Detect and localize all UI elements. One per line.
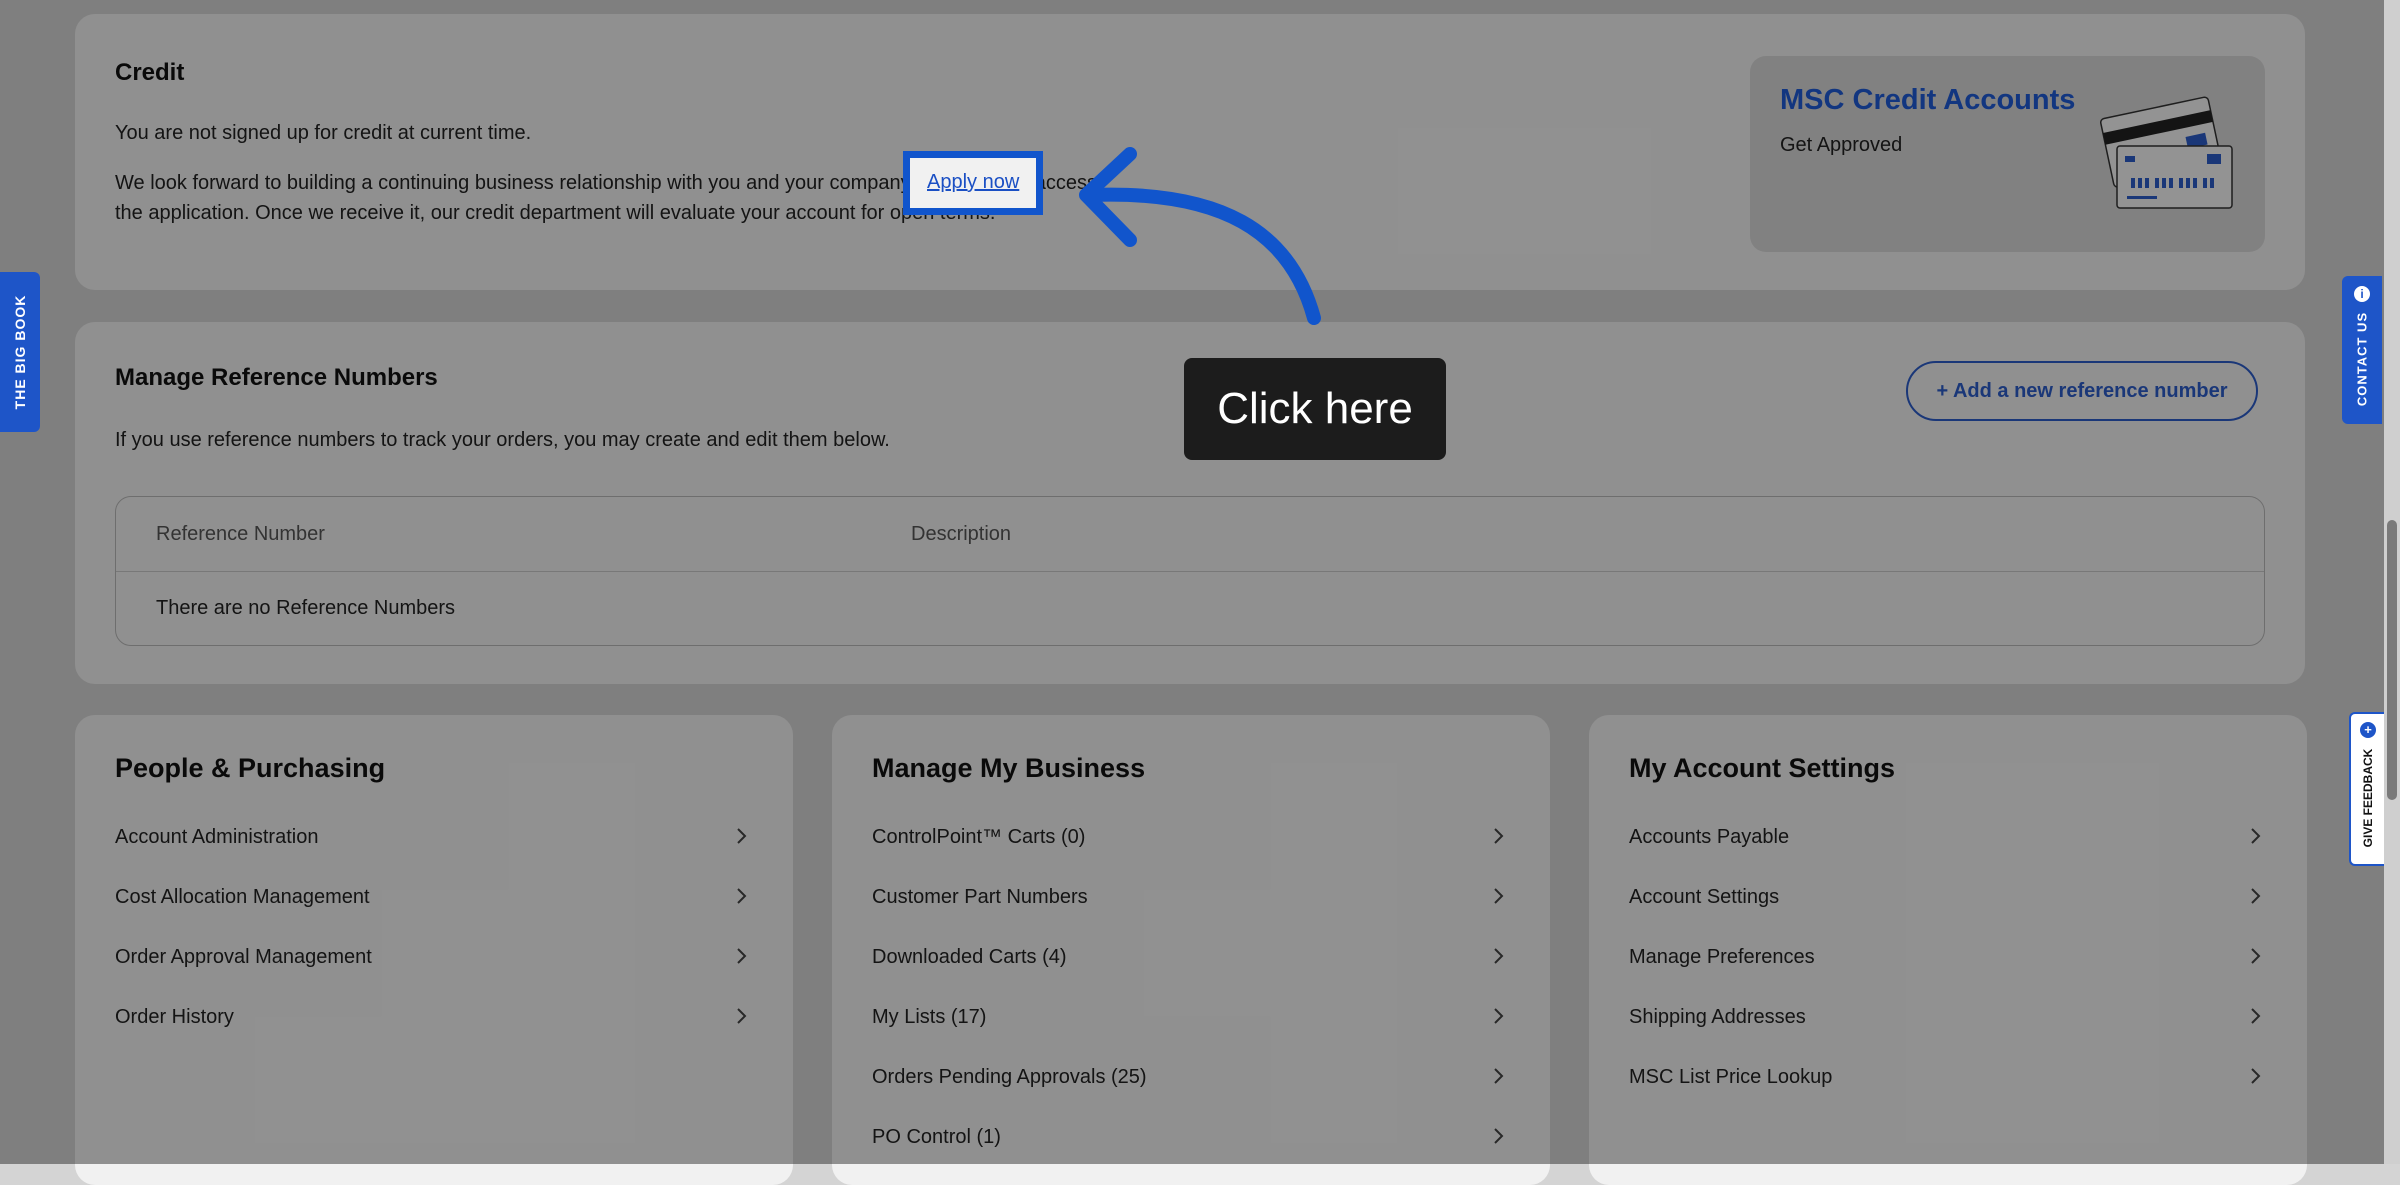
menu-item-label: ControlPoint™ Carts (0)	[872, 826, 1086, 848]
menu-item-label: Accounts Payable	[1629, 826, 1790, 848]
reference-numbers-table: Reference Number Description There are n…	[115, 496, 2265, 646]
table-empty-message: There are no Reference Numbers	[156, 597, 456, 619]
menu-item-label: My Lists (17)	[872, 1006, 987, 1028]
menu-item[interactable]: Cost Allocation Management	[115, 878, 753, 918]
menu-item-label: Account Settings	[1629, 886, 1780, 908]
credit-cards-illustration-icon	[2099, 96, 2233, 209]
chevron-right-icon	[737, 888, 747, 904]
menu-item-label: PO Control (1)	[872, 1126, 1001, 1148]
menu-item-label: Order Approval Management	[115, 946, 372, 968]
column-header-reference-number: Reference Number	[156, 523, 325, 545]
chevron-right-icon	[1494, 1068, 1504, 1084]
chevron-right-icon	[737, 948, 747, 964]
chevron-right-icon	[2251, 1068, 2261, 1084]
menu-item-label: Manage Preferences	[1629, 946, 1815, 968]
scrollbar-thumb[interactable]	[2387, 520, 2397, 800]
menu-item-label: Shipping Addresses	[1629, 1006, 1806, 1028]
plus-icon: +	[2360, 722, 2376, 738]
page-scrollbar[interactable]	[2384, 0, 2400, 1164]
account-settings-title: My Account Settings	[1629, 753, 1896, 783]
references-description: If you use reference numbers to track yo…	[115, 429, 890, 451]
menu-item[interactable]: My Lists (17)	[872, 998, 1510, 1038]
chevron-right-icon	[2251, 888, 2261, 904]
menu-item-label: MSC List Price Lookup	[1629, 1066, 1833, 1088]
menu-item[interactable]: MSC List Price Lookup	[1629, 1058, 2267, 1098]
chevron-right-icon	[1494, 1008, 1504, 1024]
info-icon: i	[2354, 286, 2370, 302]
chevron-right-icon	[1494, 828, 1504, 844]
menu-item-label: Cost Allocation Management	[115, 886, 370, 908]
credit-status-text: You are not signed up for credit at curr…	[115, 122, 532, 144]
guide-arrow-icon	[1079, 147, 1321, 325]
msc-credit-promo[interactable]: MSC Credit Accounts Get Approved	[1750, 56, 2265, 252]
manage-business-card: Manage My Business ControlPoint™ Carts (…	[832, 715, 1550, 1185]
references-title: Manage Reference Numbers	[115, 364, 438, 391]
guide-highlight-box	[903, 151, 1043, 215]
menu-item[interactable]: Account Settings	[1629, 878, 2267, 918]
people-purchasing-card: People & Purchasing Account Administrati…	[75, 715, 793, 1185]
menu-item-label: Downloaded Carts (4)	[872, 946, 1067, 968]
big-book-tab[interactable]: THE BIG BOOK	[0, 272, 40, 432]
menu-item[interactable]: Shipping Addresses	[1629, 998, 2267, 1038]
chevron-right-icon	[737, 1008, 747, 1024]
credit-body-pre: We look forward to building a continuing…	[115, 172, 915, 194]
contact-us-tab[interactable]: i CONTACT US	[2342, 276, 2382, 424]
menu-item[interactable]: PO Control (1)	[872, 1118, 1510, 1158]
manage-business-title: Manage My Business	[872, 753, 1146, 783]
chevron-right-icon	[2251, 948, 2261, 964]
menu-item[interactable]: Orders Pending Approvals (25)	[872, 1058, 1510, 1098]
give-feedback-label: GIVE FEEDBACK	[2361, 748, 2375, 848]
credit-title: Credit	[115, 59, 185, 86]
menu-item[interactable]: Account Administration	[115, 818, 753, 858]
menu-item[interactable]: Manage Preferences	[1629, 938, 2267, 978]
menu-item[interactable]: Downloaded Carts (4)	[872, 938, 1510, 978]
menu-item[interactable]: ControlPoint™ Carts (0)	[872, 818, 1510, 858]
promo-subtitle: Get Approved	[1780, 134, 1903, 156]
chevron-right-icon	[1494, 888, 1504, 904]
chevron-right-icon	[1494, 1128, 1504, 1144]
menu-item[interactable]: Order History	[115, 998, 753, 1038]
menu-item-label: Order History	[115, 1006, 234, 1028]
chevron-right-icon	[1494, 948, 1504, 964]
promo-title: MSC Credit Accounts	[1780, 84, 2076, 116]
contact-us-label: CONTACT US	[2354, 311, 2370, 407]
column-header-description: Description	[911, 523, 1012, 545]
give-feedback-tab[interactable]: + GIVE FEEDBACK	[2349, 712, 2385, 866]
table-divider	[116, 571, 2264, 572]
chevron-right-icon	[2251, 828, 2261, 844]
menu-item-label: Customer Part Numbers	[872, 886, 1088, 908]
account-settings-card: My Account Settings Accounts Payable Acco…	[1589, 715, 2307, 1185]
credit-body-line2: the application. Once we receive it, our…	[115, 202, 996, 224]
people-purchasing-title: People & Purchasing	[115, 753, 386, 783]
menu-item[interactable]: Order Approval Management	[115, 938, 753, 978]
menu-item[interactable]: Customer Part Numbers	[872, 878, 1510, 918]
chevron-right-icon	[2251, 1008, 2261, 1024]
chevron-right-icon	[737, 828, 747, 844]
big-book-label: THE BIG BOOK	[12, 294, 28, 410]
menu-item-label: Account Administration	[115, 826, 319, 848]
menu-item[interactable]: Accounts Payable	[1629, 818, 2267, 858]
add-reference-number-button[interactable]: + Add a new reference number	[1906, 361, 2258, 421]
guide-tooltip: Click here	[1184, 358, 1446, 460]
menu-item-label: Orders Pending Approvals (25)	[872, 1066, 1147, 1088]
